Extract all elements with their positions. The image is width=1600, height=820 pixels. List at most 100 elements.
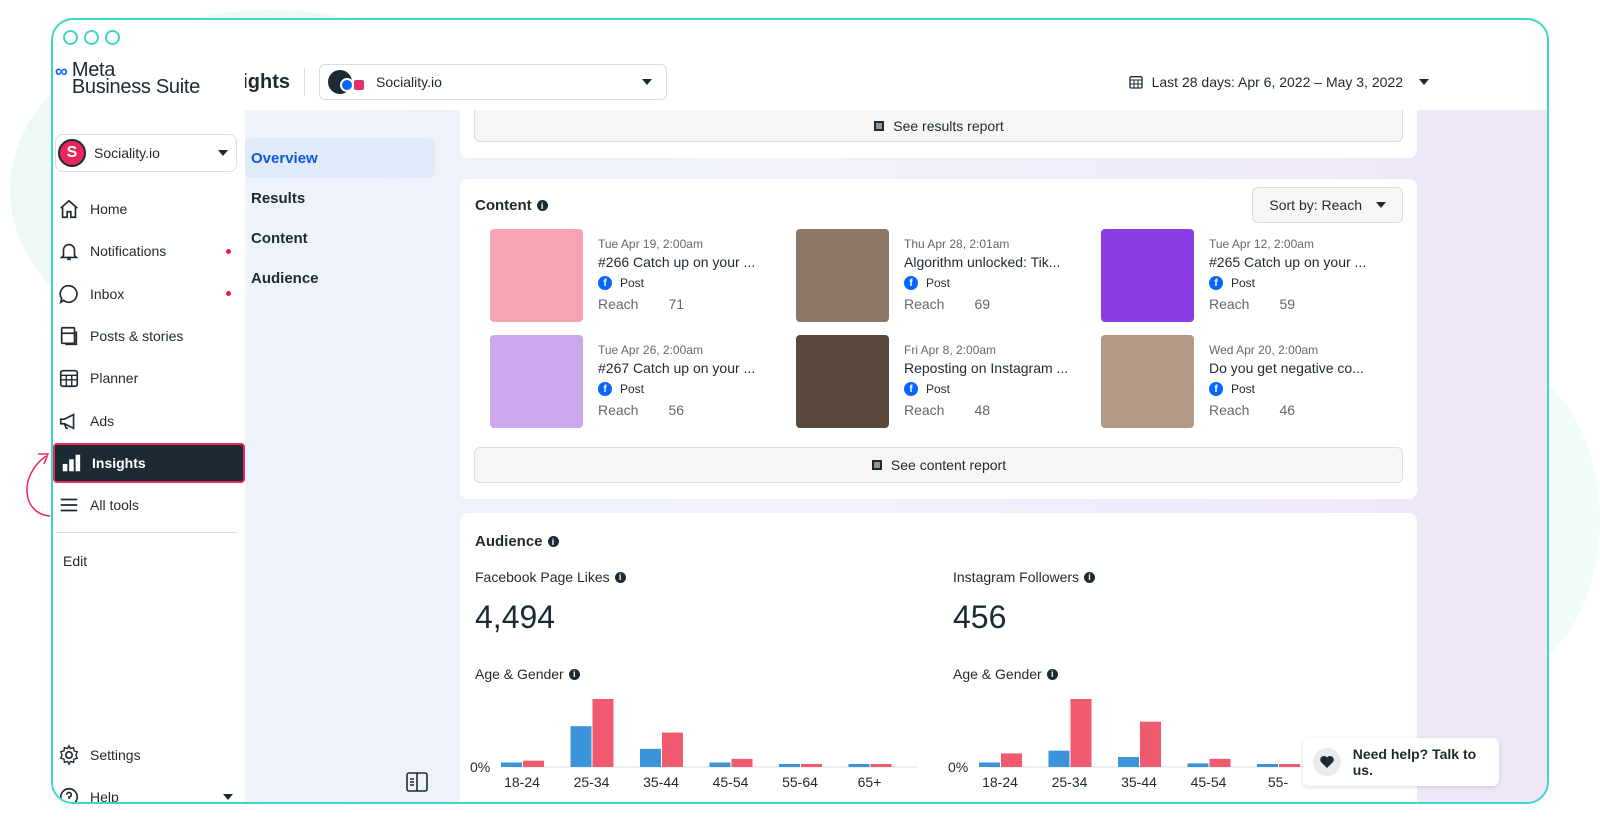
bar-series-1[interactable] [801, 764, 822, 767]
post-date: Thu Apr 28, 2:01am [904, 237, 1010, 251]
button-label: See results report [893, 117, 1004, 134]
window-control-dot[interactable] [84, 29, 99, 45]
meta-logo[interactable]: ∞ Meta Business Suite [55, 60, 200, 97]
collapse-panel-icon[interactable] [406, 772, 428, 792]
chevron-down-icon [642, 79, 652, 85]
window-control-dot[interactable] [105, 29, 120, 45]
reach-label: Reach [904, 296, 945, 312]
reach-value: 69 [974, 296, 991, 312]
help-chat-button[interactable]: Need help? Talk to us. [1303, 738, 1499, 786]
sidebar-item-home[interactable]: Home [53, 188, 245, 230]
see-results-report-button[interactable]: See results report [474, 110, 1403, 142]
tab-audience[interactable]: Audience [245, 258, 439, 298]
x-tick-label: 18-24 [504, 774, 540, 790]
see-content-report-button[interactable]: See content report [474, 447, 1403, 483]
bar-series-0[interactable] [979, 762, 1000, 767]
post-date: Fri Apr 8, 2:00am [904, 343, 997, 357]
sidebar-item-help[interactable]: Help [58, 786, 233, 802]
instagram-followers-label: Instagram Followers i [953, 569, 1393, 585]
gear-icon [59, 744, 79, 766]
account-switcher[interactable]: S Sociality.io [55, 134, 237, 172]
sort-dropdown[interactable]: Sort by: Reach [1252, 187, 1403, 223]
account-selector[interactable]: Sociality.io [319, 64, 667, 100]
bar-series-0[interactable] [1118, 757, 1139, 767]
reach-label: Reach [1209, 296, 1250, 312]
window-control-dot[interactable] [63, 29, 78, 45]
content-post-item[interactable]: Fri Apr 8, 2:00am Reposting on Instagram … [782, 335, 1072, 431]
bar-series-0[interactable] [709, 762, 731, 767]
bar-series-0[interactable] [848, 764, 870, 767]
tab-content[interactable]: Content [245, 218, 439, 258]
bar-series-1[interactable] [1140, 721, 1161, 767]
bar-series-1[interactable] [1001, 753, 1022, 767]
post-meta: Tue Apr 12, 2:00am #265 Catch up on your … [1209, 237, 1379, 312]
results-card: See results report [460, 110, 1417, 158]
bar-series-1[interactable] [592, 699, 614, 767]
bar-series-0[interactable] [779, 764, 800, 767]
info-icon[interactable]: i [1084, 571, 1096, 583]
audience-card: Audience i Facebook Page Likes i 4,494 A… [460, 513, 1417, 802]
content-post-item[interactable]: Thu Apr 28, 2:01am Algorithm unlocked: Ti… [782, 229, 1072, 325]
post-reach: Reach 48 [904, 402, 1074, 418]
post-type-label: Post [620, 276, 645, 290]
sidebar-item-planner[interactable]: Planner [53, 357, 245, 399]
info-icon[interactable]: i [536, 200, 548, 211]
edit-link[interactable]: Edit [63, 553, 87, 569]
bar-series-0[interactable] [640, 748, 661, 767]
help-circle-icon [59, 787, 79, 802]
post-meta: Tue Apr 19, 2:00am #266 Catch up on your … [598, 237, 768, 312]
x-tick-label: 35-44 [643, 774, 679, 790]
content-post-item[interactable]: Tue Apr 26, 2:00am #267 Catch up on your … [476, 335, 766, 431]
sidebar-item-insights[interactable]: Insights [53, 442, 245, 483]
info-icon[interactable]: i [614, 571, 626, 583]
window-titlebar [53, 20, 1547, 54]
menu-icon [60, 498, 78, 512]
unread-badge [226, 291, 231, 297]
facebook-age-gender-chart: 0% 18-24 25-34 35-44 45-54 55-64 65+ [470, 699, 917, 790]
bar-series-0[interactable] [570, 726, 592, 767]
facebook-icon: f [904, 276, 918, 290]
bar-series-1[interactable] [1209, 758, 1231, 767]
bar-series-0[interactable] [1187, 763, 1209, 767]
content-post-item[interactable]: Wed Apr 20, 2:00am Do you get negative co… [1087, 335, 1377, 431]
tab-results[interactable]: Results [245, 178, 439, 218]
bar-series-1[interactable] [662, 732, 683, 767]
bar-series-1[interactable] [731, 758, 753, 767]
bar-series-0[interactable] [1048, 750, 1070, 767]
sidebar-item-all-tools[interactable]: All tools [53, 484, 245, 526]
bar-series-1[interactable] [1070, 699, 1092, 767]
card-title: Audience [475, 533, 543, 550]
instagram-icon [352, 78, 366, 92]
content-post-item[interactable]: Tue Apr 19, 2:00am #266 Catch up on your … [476, 229, 766, 325]
bar-series-1[interactable] [870, 764, 892, 767]
info-icon[interactable]: i [568, 668, 580, 680]
card-title: Content [475, 197, 532, 214]
content-post-item[interactable]: Tue Apr 12, 2:00am #265 Catch up on your … [1087, 229, 1377, 325]
bar-series-0[interactable] [501, 762, 522, 767]
bar-series-1[interactable] [1279, 764, 1300, 767]
sidebar-item-notifications[interactable]: Notifications [53, 230, 245, 272]
post-date: Tue Apr 19, 2:00am [598, 237, 703, 251]
sidebar-item-ads[interactable]: Ads [53, 399, 245, 441]
date-range-picker[interactable]: Last 28 days: Apr 6, 2022 – May 3, 2022 [1128, 74, 1429, 90]
sidebar-item-posts[interactable]: Posts & stories [53, 315, 245, 357]
tab-overview[interactable]: Overview [245, 138, 435, 178]
sidebar-item-inbox[interactable]: Inbox [53, 273, 245, 315]
metric-label-text: Instagram Followers [953, 569, 1080, 585]
bar-series-1[interactable] [523, 760, 544, 767]
button-label: See content report [890, 457, 1007, 473]
post-thumbnail [796, 335, 889, 428]
post-type: f Post [598, 382, 768, 396]
info-icon[interactable]: i [1046, 668, 1058, 680]
post-type: f Post [598, 276, 768, 290]
post-thumbnail [490, 335, 583, 428]
post-title: #267 Catch up on your ... [598, 360, 756, 376]
post-thumbnail [1101, 335, 1194, 428]
x-tick-label: 18-24 [982, 774, 1018, 790]
post-date: Tue Apr 26, 2:00am [598, 343, 703, 357]
bar-series-0[interactable] [1257, 764, 1278, 767]
info-icon[interactable]: i [547, 536, 559, 547]
x-tick-label: 65+ [858, 774, 882, 790]
sidebar-item-settings[interactable]: Settings [58, 744, 141, 766]
top-bar: Insights Sociality.io Last 28 days: Apr … [245, 54, 1547, 110]
